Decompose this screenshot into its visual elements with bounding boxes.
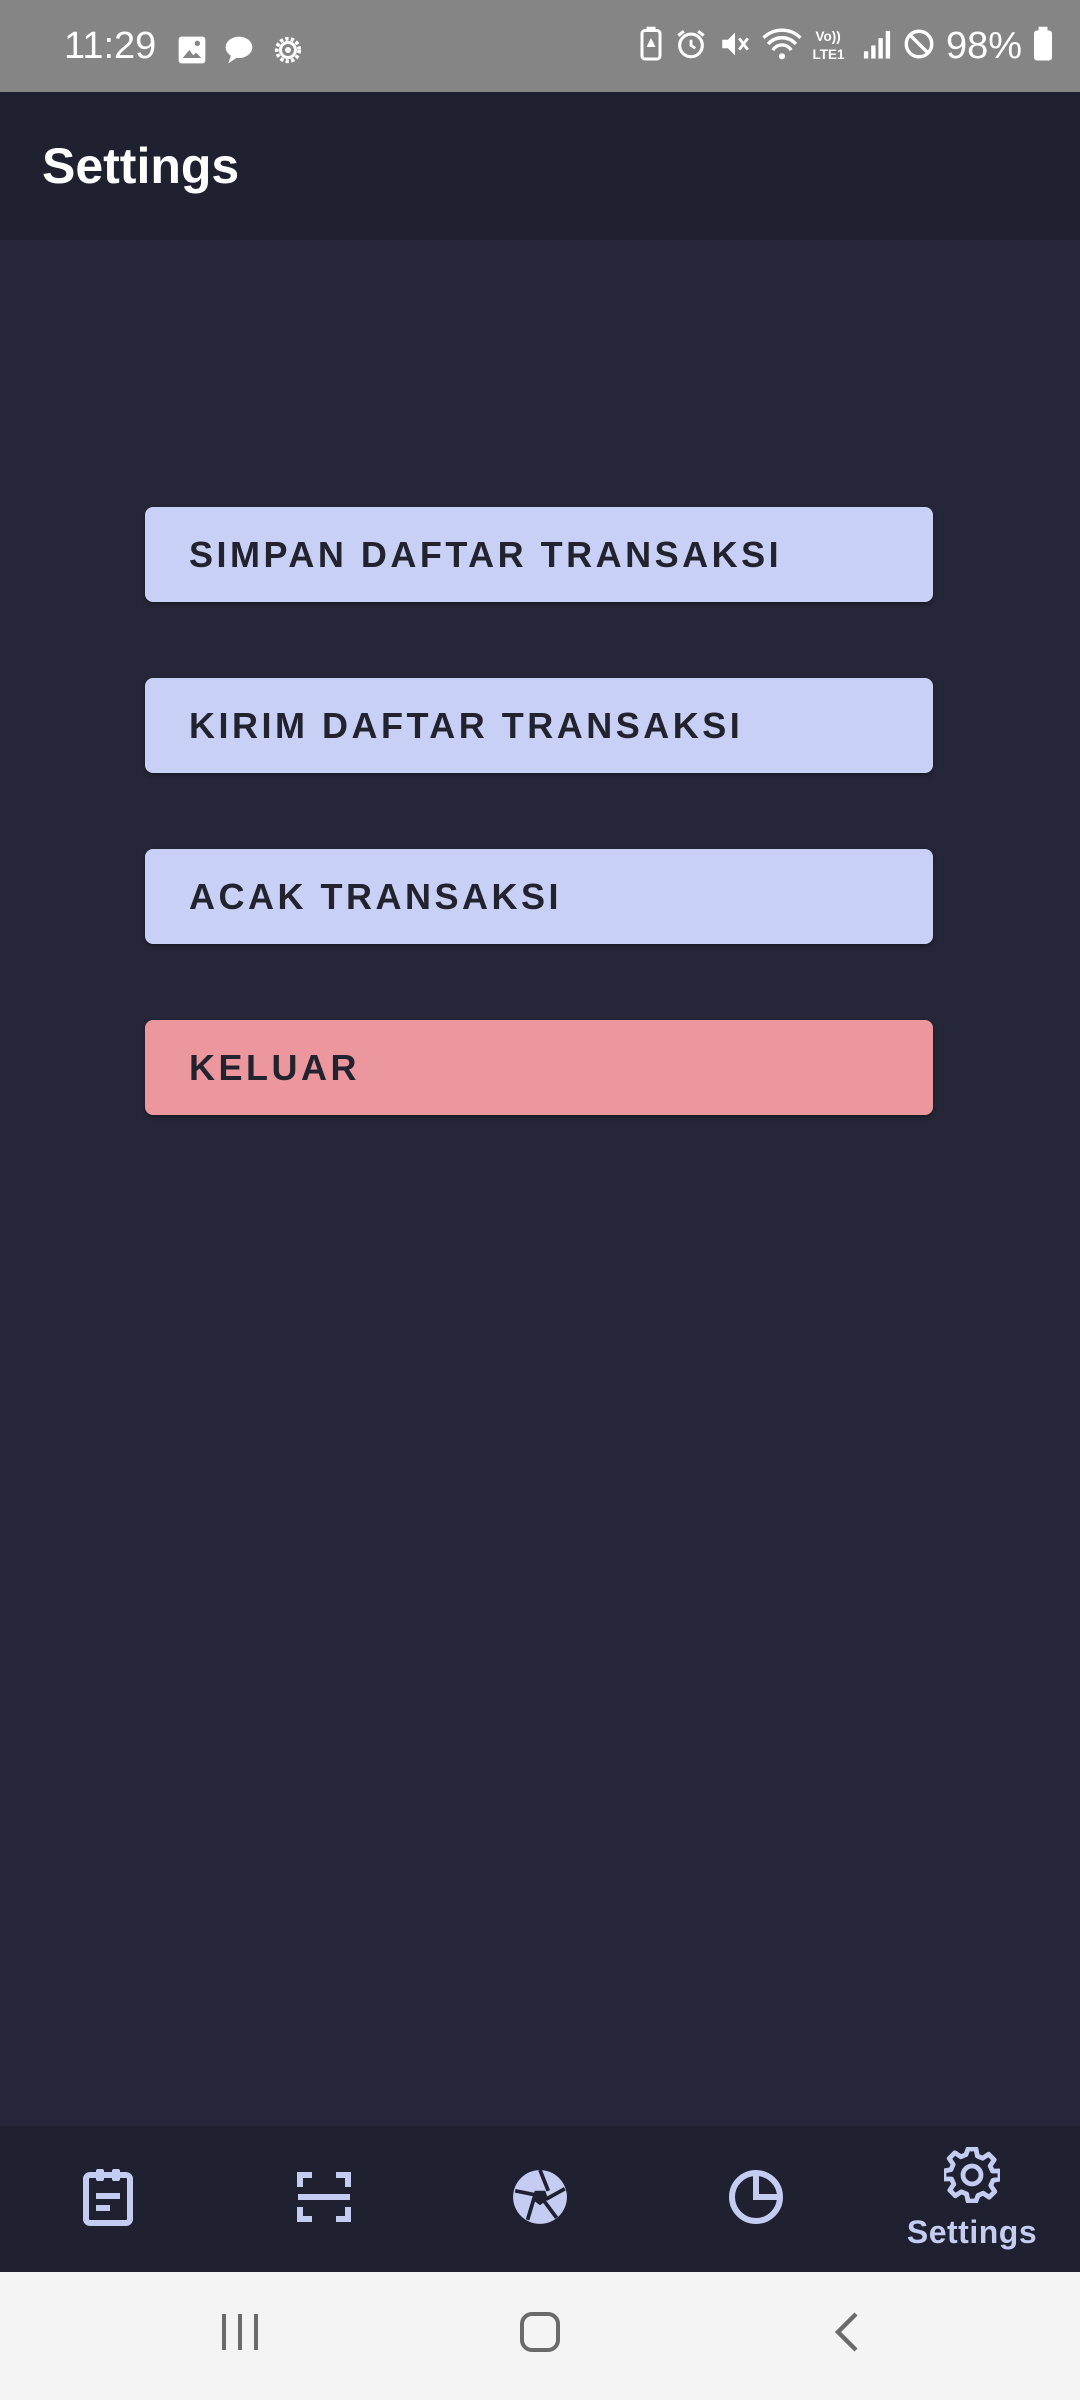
shuffle-transactions-button[interactable]: ACAK TRANSAKSI (145, 849, 933, 944)
page-title: Settings (42, 138, 240, 194)
settings-gear-icon (270, 32, 306, 73)
status-left-icons (176, 32, 306, 73)
mute-icon (718, 27, 752, 66)
logout-button[interactable]: KELUAR (145, 1020, 933, 1115)
image-icon (176, 34, 208, 71)
wifi-icon (762, 27, 802, 66)
save-transactions-button[interactable]: SIMPAN DAFTAR TRANSAKSI (145, 507, 933, 602)
status-right-icons: Vo)) LTE1 98% (638, 24, 1054, 68)
battery-saver-icon (638, 26, 664, 67)
signal-icon (862, 28, 892, 65)
nav-item-camera[interactable] (432, 2126, 648, 2272)
scan-icon (296, 2169, 352, 2230)
do-not-disturb-icon (902, 27, 936, 66)
app-bar: Settings (0, 92, 1080, 240)
svg-text:LTE1: LTE1 (812, 47, 844, 62)
status-bar: 11:29 Vo)) LTE1 98% (0, 0, 1080, 92)
nav-item-scan[interactable] (216, 2126, 432, 2272)
send-transactions-button[interactable]: KIRIM DAFTAR TRANSAKSI (145, 678, 933, 773)
nav-item-transactions[interactable] (0, 2126, 216, 2272)
battery-percent: 98% (945, 25, 1022, 67)
gear-icon (941, 2146, 1003, 2208)
system-navigation-bar (0, 2272, 1080, 2400)
svg-text:Vo)): Vo)) (815, 29, 840, 44)
battery-icon (1032, 26, 1054, 67)
nav-item-reports[interactable] (648, 2126, 864, 2272)
volte-icon: Vo)) LTE1 (812, 26, 852, 67)
status-time: 11:29 (64, 25, 157, 67)
camera-shutter-icon (511, 2168, 569, 2231)
recent-apps-button[interactable] (218, 2310, 262, 2359)
transactions-list-icon (80, 2167, 136, 2232)
chat-bubble-icon (222, 34, 256, 71)
alarm-icon (674, 27, 708, 66)
pie-chart-icon (728, 2169, 784, 2230)
bottom-navigation: Settings (0, 2126, 1080, 2272)
back-button[interactable] (826, 2310, 870, 2359)
nav-label-settings: Settings (906, 2214, 1038, 2250)
home-button[interactable] (518, 2310, 562, 2359)
nav-item-settings[interactable]: Settings (864, 2126, 1080, 2272)
